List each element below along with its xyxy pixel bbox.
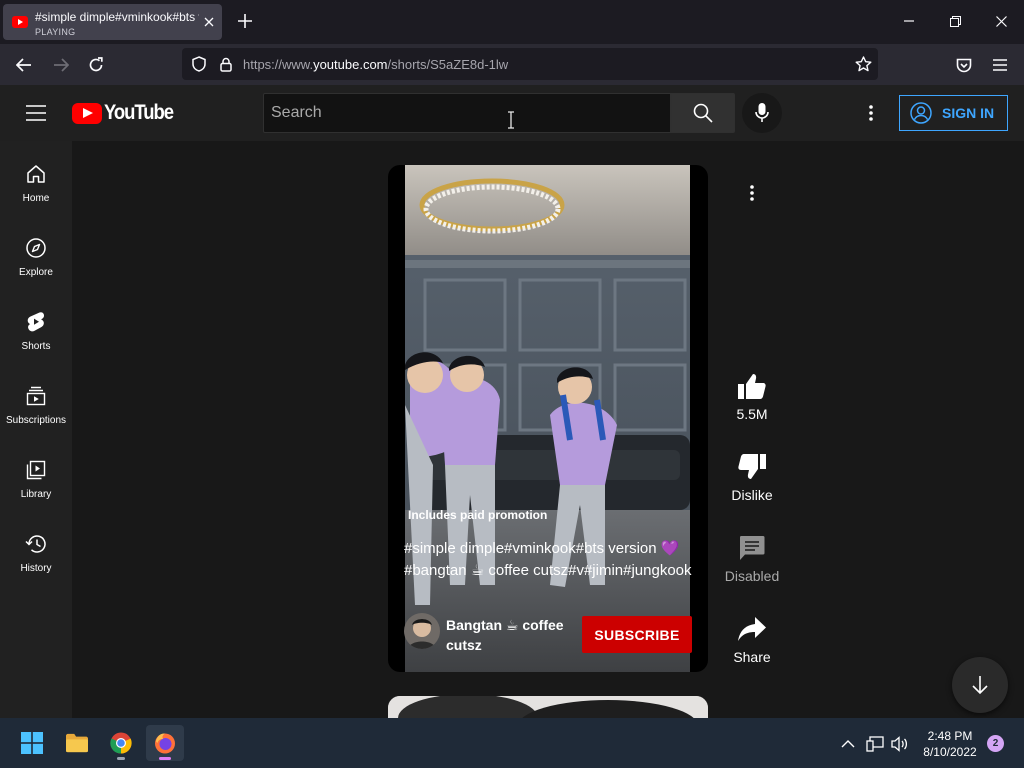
notification-badge[interactable]: 2: [987, 735, 1004, 752]
url-text[interactable]: https://www.youtube.com/shorts/S5aZE8d-1…: [243, 57, 508, 72]
browser-tab-youtube[interactable]: #simple dimple#vminkook#bts version PLAY…: [3, 4, 222, 40]
taskbar-chrome[interactable]: [102, 725, 140, 761]
share-button[interactable]: Share: [712, 615, 792, 665]
volume-icon[interactable]: [891, 735, 909, 753]
app-menu-hamburger-icon[interactable]: [988, 53, 1012, 77]
bookmark-star-icon[interactable]: [854, 55, 872, 73]
firefox-icon: [154, 732, 176, 754]
dislike-label: Dislike: [731, 487, 773, 503]
browser-navigation-bar: https://www.youtube.com/shorts/S5aZE8d-1…: [0, 44, 1024, 85]
sign-in-label: SIGN IN: [942, 105, 995, 121]
restore-window-icon[interactable]: [944, 10, 966, 32]
network-icon[interactable]: [866, 735, 884, 753]
arrow-down-icon: [971, 675, 989, 695]
sidebar-item-label: Home: [22, 193, 50, 204]
pocket-icon[interactable]: [952, 53, 976, 77]
folder-icon: [66, 732, 88, 754]
sidebar-item-label: Subscriptions: [5, 415, 67, 426]
compass-icon: [24, 236, 48, 260]
back-arrow-icon[interactable]: [12, 53, 36, 77]
sidebar-item-label: Shorts: [21, 341, 51, 352]
next-short-thumbnail: [388, 696, 708, 718]
subscribe-button[interactable]: SUBSCRIBE: [582, 616, 692, 653]
shorts-icon: [24, 310, 48, 334]
address-bar[interactable]: https://www.youtube.com/shorts/S5aZE8d-1…: [182, 48, 878, 80]
comments-button[interactable]: Disabled: [712, 534, 792, 584]
thumbs-up-icon: [738, 372, 766, 400]
microphone-icon: [755, 103, 769, 123]
reload-icon[interactable]: [84, 53, 108, 77]
guide-menu-icon[interactable]: [24, 101, 48, 125]
clock-time: 2:48 PM: [927, 729, 973, 743]
show-hidden-icons-chevron-icon[interactable]: [839, 735, 857, 753]
active-window-indicator: [159, 757, 171, 760]
thumbs-down-icon: [738, 453, 766, 481]
sidebar-item-history[interactable]: History: [0, 511, 72, 585]
sidebar-item-library[interactable]: Library: [0, 437, 72, 511]
sidebar-item-label: History: [20, 563, 52, 574]
sidebar-item-subscriptions[interactable]: Subscriptions: [0, 363, 72, 437]
sidebar-item-explore[interactable]: Explore: [0, 215, 72, 289]
search-input[interactable]: [263, 93, 671, 133]
running-indicator: [117, 757, 125, 760]
new-tab-plus-icon[interactable]: [234, 10, 256, 32]
comments-disabled-label: Disabled: [724, 568, 780, 584]
library-icon: [24, 458, 48, 482]
next-short-preview[interactable]: [388, 696, 708, 718]
like-count: 5.5M: [736, 406, 768, 422]
channel-avatar[interactable]: [404, 613, 440, 649]
taskbar-file-explorer[interactable]: [58, 725, 96, 761]
windows-taskbar: 2:48 PM 8/10/2022 2: [0, 718, 1024, 768]
account-circle-icon: [910, 102, 932, 124]
browser-tab-bar: #simple dimple#vminkook#bts version PLAY…: [0, 0, 1024, 44]
youtube-play-logo-icon: [72, 102, 102, 124]
youtube-logo[interactable]: YouTube: [72, 101, 182, 124]
like-button[interactable]: 5.5M: [712, 372, 792, 422]
comment-icon: [738, 534, 766, 562]
close-window-icon[interactable]: [990, 10, 1012, 32]
youtube-favicon-icon: [12, 16, 28, 28]
tab-title: #simple dimple#vminkook#bts version: [35, 10, 199, 24]
mini-guide-sidebar: Home Explore Shorts Subscriptions Librar…: [0, 141, 72, 718]
chrome-icon: [110, 732, 132, 754]
tab-playing-status: PLAYING: [35, 27, 76, 37]
channel-name[interactable]: Bangtan ☕ coffee cutsz: [446, 615, 576, 655]
text-cursor-icon: [508, 111, 514, 129]
sidebar-item-label: Explore: [19, 267, 53, 278]
clock-date: 8/10/2022: [923, 745, 977, 759]
forward-arrow-icon[interactable]: [49, 53, 73, 77]
windows-start-icon: [21, 732, 43, 754]
minimize-window-icon[interactable]: [898, 10, 920, 32]
subscriptions-icon: [24, 384, 48, 408]
sidebar-item-shorts[interactable]: Shorts: [0, 289, 72, 363]
taskbar-firefox[interactable]: [146, 725, 184, 761]
voice-search-button[interactable]: [742, 93, 782, 133]
sign-in-button[interactable]: SIGN IN: [899, 95, 1008, 131]
shorts-player[interactable]: Includes paid promotion #simple dimple#v…: [388, 165, 708, 672]
youtube-logo-text: YouTube: [104, 101, 174, 124]
share-label: Share: [733, 649, 771, 665]
lock-icon[interactable]: [217, 55, 235, 73]
shorts-video[interactable]: [405, 165, 690, 672]
history-icon: [24, 532, 48, 556]
sidebar-item-home[interactable]: Home: [0, 141, 72, 215]
dislike-button[interactable]: Dislike: [712, 453, 792, 503]
next-short-button[interactable]: [952, 657, 1008, 713]
start-button[interactable]: [13, 725, 51, 761]
sidebar-item-label: Library: [20, 489, 52, 500]
close-tab-icon[interactable]: [201, 14, 217, 30]
video-frame-illustration: [405, 165, 690, 672]
paid-promotion-label: Includes paid promotion: [408, 508, 548, 522]
settings-more-vertical-icon[interactable]: [859, 101, 883, 125]
search-button[interactable]: [671, 93, 735, 133]
search-icon: [693, 103, 713, 123]
short-description: #simple dimple#vminkook#bts version 💜 #b…: [404, 540, 692, 579]
short-more-options-icon[interactable]: [740, 181, 764, 205]
tracking-protection-shield-icon[interactable]: [190, 55, 208, 73]
home-icon: [24, 162, 48, 186]
system-clock[interactable]: 2:48 PM 8/10/2022: [920, 728, 980, 760]
share-arrow-icon: [738, 615, 766, 643]
